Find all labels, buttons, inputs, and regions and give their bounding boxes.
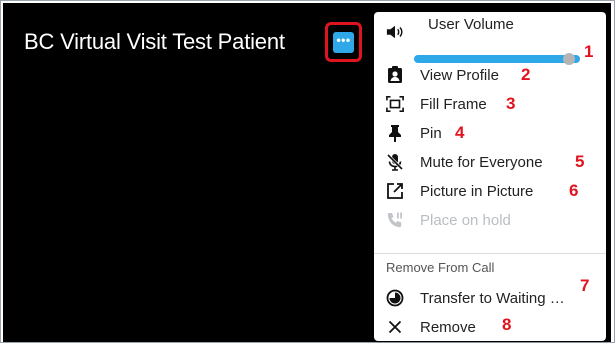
menu-item-label: View Profile — [420, 66, 499, 84]
callout-4: 4 — [455, 123, 465, 142]
phone-hold-icon — [386, 211, 404, 229]
callout-2: 2 — [521, 65, 531, 84]
app-frame: BC Virtual Visit Test Patient ••• User V… — [0, 0, 615, 343]
menu-item-mute-everyone[interactable]: Mute for Everyone 5 — [374, 148, 606, 176]
callout-7: 7 — [580, 276, 590, 295]
pin-icon — [386, 124, 404, 142]
participant-menu: User Volume 1 View Profile 2 Fill Frame … — [374, 12, 606, 341]
volume-icon — [386, 23, 404, 41]
menu-item-label: Fill Frame — [420, 95, 487, 113]
menu-item-fill-frame[interactable]: Fill Frame 3 — [374, 90, 606, 118]
menu-item-remove[interactable]: Remove 8 — [374, 313, 606, 341]
participant-name: BC Virtual Visit Test Patient — [24, 29, 285, 54]
remove-section-heading: Remove From Call — [386, 260, 495, 275]
menu-item-label: Mute for Everyone — [420, 153, 543, 171]
more-icon: ••• — [336, 32, 351, 47]
callout-1: 1 — [584, 42, 594, 61]
menu-item-view-profile[interactable]: View Profile 2 — [374, 61, 606, 89]
transfer-clock-icon — [386, 289, 404, 307]
user-volume-row: User Volume — [374, 16, 606, 46]
callout-5: 5 — [575, 152, 585, 171]
more-options-button[interactable]: ••• — [333, 32, 354, 53]
menu-item-transfer-waiting[interactable]: Transfer to Waiting … 7 — [374, 276, 606, 312]
menu-item-place-on-hold: Place on hold — [374, 206, 606, 234]
menu-item-label: Place on hold — [420, 211, 511, 229]
menu-item-label: Transfer to Waiting … — [420, 289, 565, 307]
profile-badge-icon — [386, 66, 404, 84]
picture-in-picture-icon — [386, 182, 404, 200]
callout-6: 6 — [569, 181, 579, 200]
user-volume-label: User Volume — [428, 16, 514, 33]
menu-item-label: Picture in Picture — [420, 182, 534, 200]
menu-item-picture-in-picture[interactable]: Picture in Picture 6 — [374, 177, 606, 205]
callout-3: 3 — [506, 94, 516, 113]
fill-frame-icon — [386, 95, 404, 113]
menu-divider — [374, 253, 606, 254]
mic-off-icon — [386, 153, 404, 171]
callout-8: 8 — [502, 315, 512, 334]
menu-item-label: Remove — [420, 318, 476, 336]
menu-item-label: Pin — [420, 124, 442, 142]
close-icon — [386, 318, 404, 336]
menu-item-pin[interactable]: Pin 4 — [374, 119, 606, 147]
